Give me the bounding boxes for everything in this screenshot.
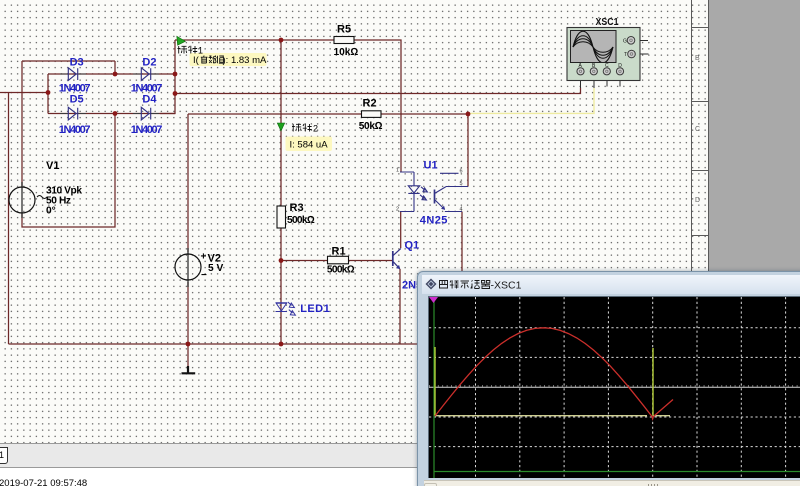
svg-text:2: 2 [396,207,399,213]
svg-text:R5: R5 [337,24,351,36]
svg-text:C: C [605,63,609,69]
svg-text:U1: U1 [424,160,438,172]
svg-text:1N4007: 1N4007 [59,82,91,94]
svg-text:500kΩ: 500kΩ [327,264,355,275]
svg-text:V1: V1 [46,160,59,172]
svg-text:R3: R3 [290,202,304,214]
svg-text:T: T [624,52,627,58]
svg-text:5: 5 [460,181,463,187]
svg-text:Q1: Q1 [405,239,420,251]
svg-text:D2: D2 [142,57,156,69]
svg-text:1N4007: 1N4007 [131,82,163,94]
svg-text:XSC1: XSC1 [596,17,619,28]
svg-text:50kΩ: 50kΩ [359,121,383,132]
svg-text:-XSC1: -XSC1 [491,280,522,292]
svg-text:10kΩ: 10kΩ [334,47,359,58]
svg-text:0°: 0° [46,206,56,217]
svg-text:D5: D5 [70,93,84,105]
svg-text:R1: R1 [332,246,346,258]
svg-text:500kΩ: 500kΩ [287,215,315,226]
svg-text:LED1: LED1 [300,303,330,315]
svg-text:1: 1 [198,46,203,56]
svg-text:−: − [201,270,207,281]
svg-text:2: 2 [313,124,318,134]
svg-text:6: 6 [460,169,463,175]
svg-text:R2: R2 [363,98,377,110]
svg-text:5 V: 5 V [208,263,223,274]
svg-text:): 1.83 mA: ): 1.83 mA [223,55,267,66]
svg-text:G: G [623,39,627,45]
svg-text:1: 1 [396,168,399,174]
svg-text:D4: D4 [142,93,157,105]
svg-text:I: 584 uA: I: 584 uA [290,139,329,150]
svg-text:D: D [618,63,622,69]
svg-text:1N4007: 1N4007 [131,124,163,136]
svg-text:D3: D3 [70,57,84,69]
svg-text:4N25: 4N25 [420,215,448,227]
svg-text:4: 4 [460,207,463,213]
svg-text:+: + [201,252,207,263]
svg-text:1N4007: 1N4007 [59,124,91,136]
svg-text:I(: I( [193,55,200,66]
